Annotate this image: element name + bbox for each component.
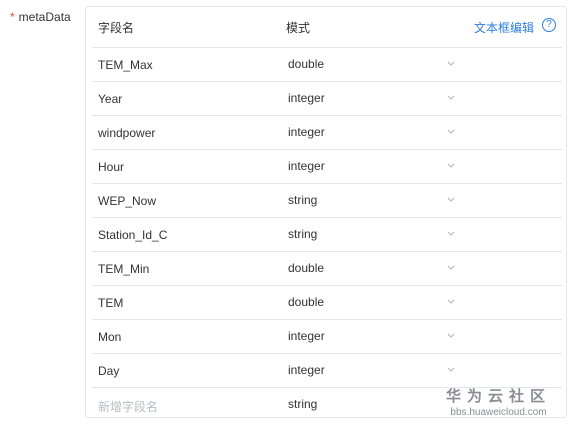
metadata-field-label: * metaData — [10, 10, 71, 24]
field-name-cell[interactable]: windpower — [98, 126, 155, 140]
table-row: Station_Id_C string — [92, 217, 562, 251]
table-row: Day integer — [92, 353, 562, 387]
chevron-down-icon[interactable] — [446, 160, 456, 170]
text-edit-link[interactable]: 文本框编辑 — [474, 19, 534, 36]
field-type-select[interactable]: integer — [288, 363, 325, 377]
field-name-cell[interactable]: Day — [98, 364, 119, 378]
table-row: WEP_Now string — [92, 183, 562, 217]
field-name-cell[interactable]: Year — [98, 92, 122, 106]
field-name-cell[interactable]: TEM_Min — [98, 262, 149, 276]
field-name-cell[interactable]: WEP_Now — [98, 194, 156, 208]
chevron-down-icon[interactable] — [446, 126, 456, 136]
table-row: Hour integer — [92, 149, 562, 183]
field-type-select[interactable]: integer — [288, 125, 325, 139]
new-field-type-select[interactable]: string — [288, 397, 317, 411]
column-header-type: 模式 — [286, 21, 311, 35]
required-mark: * — [10, 10, 15, 24]
field-name-cell[interactable]: Station_Id_C — [98, 228, 167, 242]
chevron-down-icon[interactable] — [446, 330, 456, 340]
column-header-field-name: 字段名 — [98, 21, 135, 35]
watermark: 华为云社区 bbs.huaweicloud.com — [446, 385, 551, 418]
table-row: Mon integer — [92, 319, 562, 353]
field-type-select[interactable]: string — [288, 193, 317, 207]
chevron-down-icon[interactable] — [446, 194, 456, 204]
help-icon[interactable]: ? — [542, 18, 556, 32]
metadata-label-text: metaData — [18, 10, 71, 24]
field-name-cell[interactable]: TEM_Max — [98, 58, 153, 72]
field-type-select[interactable]: double — [288, 261, 324, 275]
chevron-down-icon[interactable] — [446, 364, 456, 374]
chevron-down-icon[interactable] — [446, 262, 456, 272]
table-header: 字段名 模式 文本框编辑 ? — [86, 7, 566, 47]
chevron-down-icon[interactable] — [446, 58, 456, 68]
table-row: TEM_Max double — [92, 47, 562, 81]
new-field-name-input[interactable]: 新增字段名 — [98, 398, 158, 415]
watermark-url: bbs.huaweicloud.com — [450, 407, 547, 418]
table-row: windpower integer — [92, 115, 562, 149]
table-row: TEM_Min double — [92, 251, 562, 285]
field-name-cell[interactable]: TEM — [98, 296, 123, 310]
field-type-select[interactable]: integer — [288, 159, 325, 173]
chevron-down-icon[interactable] — [446, 296, 456, 306]
field-rows: TEM_Max double Year integer windpower in… — [92, 47, 562, 421]
table-row: TEM double — [92, 285, 562, 319]
chevron-down-icon[interactable] — [446, 228, 456, 238]
field-name-cell[interactable]: Hour — [98, 160, 124, 174]
table-row: Year integer — [92, 81, 562, 115]
field-type-select[interactable]: double — [288, 295, 324, 309]
field-type-select[interactable]: double — [288, 57, 324, 71]
field-name-cell[interactable]: Mon — [98, 330, 121, 344]
field-type-select[interactable]: string — [288, 227, 317, 241]
schema-table-panel: 字段名 模式 文本框编辑 ? TEM_Max double Year integ… — [85, 6, 567, 418]
chevron-down-icon[interactable] — [446, 92, 456, 102]
field-type-select[interactable]: integer — [288, 329, 325, 343]
watermark-title: 华为云社区 — [446, 388, 552, 405]
field-type-select[interactable]: integer — [288, 91, 325, 105]
